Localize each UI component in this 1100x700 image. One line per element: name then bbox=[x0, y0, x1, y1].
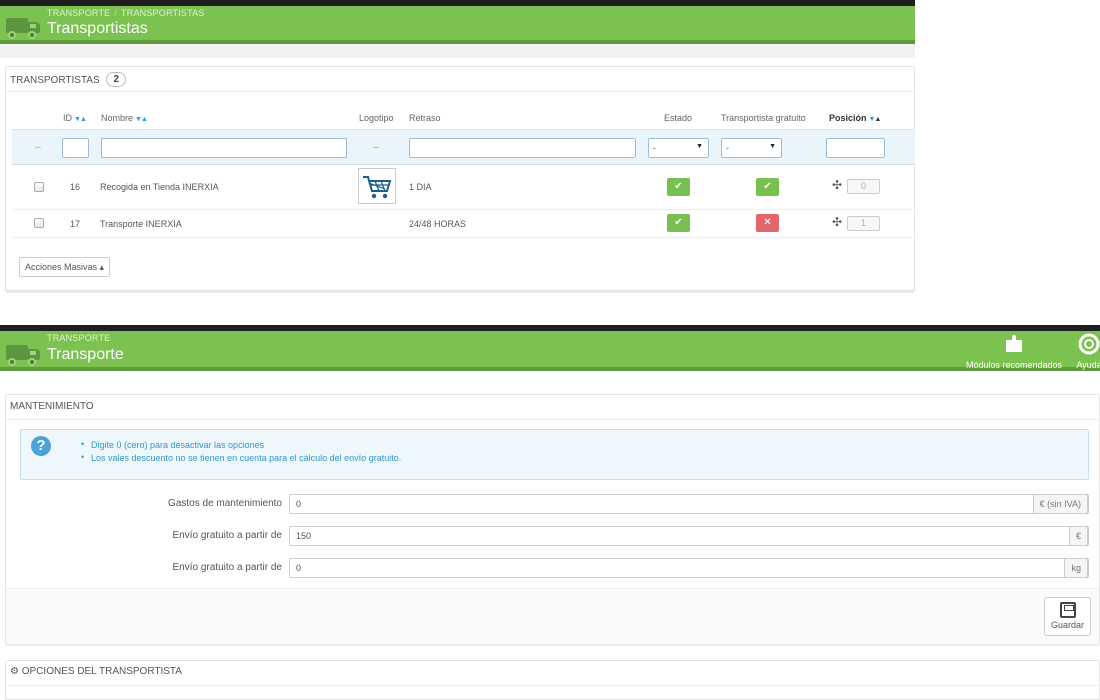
truck-icon bbox=[6, 14, 40, 40]
weight-unit-addon: kg bbox=[1064, 558, 1088, 578]
sort-asc-icon[interactable]: ▲ bbox=[141, 116, 148, 123]
cogs-icon: ⚙ bbox=[10, 666, 19, 677]
panel-footer: Guardar bbox=[6, 588, 1099, 644]
free-shipping-price-input[interactable]: 150 € bbox=[289, 526, 1089, 546]
filter-name-input[interactable] bbox=[101, 138, 347, 158]
save-label: Guardar bbox=[1050, 620, 1085, 630]
shopping-cart-icon bbox=[363, 176, 392, 199]
filter-id-input[interactable] bbox=[62, 138, 89, 158]
free-disabled-icon[interactable]: ✕ bbox=[756, 214, 779, 232]
handling-fee-label: Gastos de mantenimiento bbox=[168, 498, 282, 509]
filter-placeholder: -- bbox=[35, 142, 41, 152]
carriers-section: TRANSPORTE / TRANSPORTISTAS Transportistas… bbox=[0, 0, 915, 300]
carrier-logo bbox=[358, 168, 396, 204]
filter-row: -- -- - ▼ - ▼ bbox=[12, 129, 915, 165]
position-value: 0 bbox=[847, 179, 880, 194]
puzzle-icon bbox=[958, 333, 1070, 360]
count-badge: 2 bbox=[106, 72, 126, 87]
column-header-id: ID ▼▲ bbox=[63, 113, 87, 123]
breadcrumb-item[interactable]: TRANSPORTISTAS bbox=[121, 8, 204, 18]
info-item: Los vales descuento no se tienen en cuen… bbox=[81, 452, 401, 463]
free-enabled-icon[interactable]: ✔ bbox=[756, 178, 779, 196]
page-title: Transportistas bbox=[47, 20, 148, 37]
column-header-status: Estado bbox=[664, 113, 693, 123]
row-delay: 1 DIA bbox=[409, 182, 432, 192]
status-enabled-icon[interactable]: ✔ bbox=[667, 178, 690, 196]
currency-addon: € bbox=[1068, 526, 1088, 546]
breadcrumb: TRANSPORTE / TRANSPORTISTAS bbox=[47, 8, 205, 18]
filter-placeholder: -- bbox=[373, 142, 379, 152]
carriers-panel: TRANSPORTISTAS 2 ID ▼▲ Nombre ▼▲ Logotipo … bbox=[5, 66, 915, 291]
breadcrumb-item[interactable]: TRANSPORTE bbox=[47, 333, 110, 343]
row-id: 16 bbox=[70, 182, 81, 192]
maintenance-panel: MANTENIMIENTO ? Digite 0 (cero) para des… bbox=[5, 394, 1100, 644]
recommended-modules-button[interactable]: Módulos recomendados bbox=[958, 333, 1070, 370]
carrier-options-panel: ⚙ OPCIONES DEL TRANSPORTISTA bbox=[5, 660, 1100, 700]
drag-handle-icon[interactable]: ✣ bbox=[832, 215, 842, 229]
free-shipping-weight-label: Envío gratuito a partir de bbox=[172, 562, 282, 573]
page-header: TRANSPORTE Transporte Módulos recomendad… bbox=[0, 331, 1100, 371]
breadcrumb-item[interactable]: TRANSPORTE bbox=[47, 8, 110, 18]
currency-addon: € (sin IVA) bbox=[1032, 494, 1088, 514]
panel-heading: ⚙ OPCIONES DEL TRANSPORTISTA bbox=[6, 661, 1099, 686]
row-checkbox[interactable] bbox=[34, 182, 44, 192]
table-row[interactable]: 17 Transporte INERXIA 24/48 HORAS ✔ ✕ ✣ … bbox=[12, 210, 915, 238]
sort-asc-icon[interactable]: ▲ bbox=[80, 116, 87, 123]
dropdown-arrow-icon: ▼ bbox=[696, 143, 703, 150]
status-enabled-icon[interactable]: ✔ bbox=[667, 214, 690, 232]
row-name[interactable]: Transporte INERXIA bbox=[100, 219, 182, 229]
truck-icon bbox=[6, 341, 40, 367]
filter-delay-input[interactable] bbox=[409, 138, 636, 158]
floppy-disk-icon bbox=[1059, 602, 1076, 618]
panel-title: OPCIONES DEL TRANSPORTISTA bbox=[21, 666, 182, 677]
row-name[interactable]: Recogida en Tienda INERXIA bbox=[100, 182, 219, 192]
table-row[interactable]: 16 Recogida en Tienda INERXIA 1 DIA ✔ ✔ … bbox=[12, 165, 915, 210]
help-button[interactable]: Ayuda bbox=[1074, 333, 1100, 370]
panel-title: MANTENIMIENTO bbox=[10, 401, 94, 412]
position-value: 1 bbox=[847, 216, 880, 231]
free-shipping-price-label: Envío gratuito a partir de bbox=[172, 530, 282, 541]
filter-position-input[interactable] bbox=[826, 138, 885, 158]
panel-heading: TRANSPORTISTAS 2 bbox=[6, 67, 914, 92]
free-shipping-weight-input[interactable]: 0 kg bbox=[289, 558, 1089, 578]
panel-heading: MANTENIMIENTO bbox=[6, 395, 1099, 420]
lifebuoy-icon bbox=[1074, 333, 1100, 360]
dropdown-arrow-icon: ▼ bbox=[769, 143, 776, 150]
panel-title: TRANSPORTISTAS bbox=[10, 75, 100, 86]
column-header-name: Nombre ▼▲ bbox=[101, 113, 148, 123]
row-checkbox[interactable] bbox=[34, 218, 44, 228]
column-header-position: Posición ▼▲ bbox=[829, 113, 881, 123]
row-delay: 24/48 HORAS bbox=[409, 219, 467, 229]
question-icon: ? bbox=[31, 436, 51, 456]
column-header-free: Transportista gratuito bbox=[721, 113, 806, 123]
sort-asc-icon[interactable]: ▲ bbox=[874, 116, 881, 123]
bulk-actions-button[interactable]: Acciones Masivas ▴ bbox=[19, 257, 111, 277]
page-title: Transporte bbox=[47, 346, 124, 363]
page-header: TRANSPORTE / TRANSPORTISTAS Transportistas bbox=[0, 6, 915, 44]
filter-status-select[interactable]: - ▼ bbox=[648, 138, 709, 158]
info-list: Digite 0 (cero) para desactivar las opci… bbox=[81, 439, 401, 466]
filter-free-select[interactable]: - ▼ bbox=[721, 138, 782, 158]
toolbar-strip bbox=[0, 44, 915, 58]
row-id: 17 bbox=[70, 219, 81, 229]
save-button[interactable]: Guardar bbox=[1044, 597, 1091, 636]
info-alert: ? Digite 0 (cero) para desactivar las op… bbox=[20, 429, 1089, 480]
transport-section: TRANSPORTE Transporte Módulos recomendad… bbox=[0, 325, 1100, 700]
column-header-delay: Retraso bbox=[409, 113, 441, 123]
info-item: Digite 0 (cero) para desactivar las opci… bbox=[81, 439, 401, 450]
drag-handle-icon[interactable]: ✣ bbox=[832, 178, 842, 192]
handling-fee-input[interactable]: 0 € (sin IVA) bbox=[289, 494, 1089, 514]
column-header-logo: Logotipo bbox=[359, 113, 394, 123]
